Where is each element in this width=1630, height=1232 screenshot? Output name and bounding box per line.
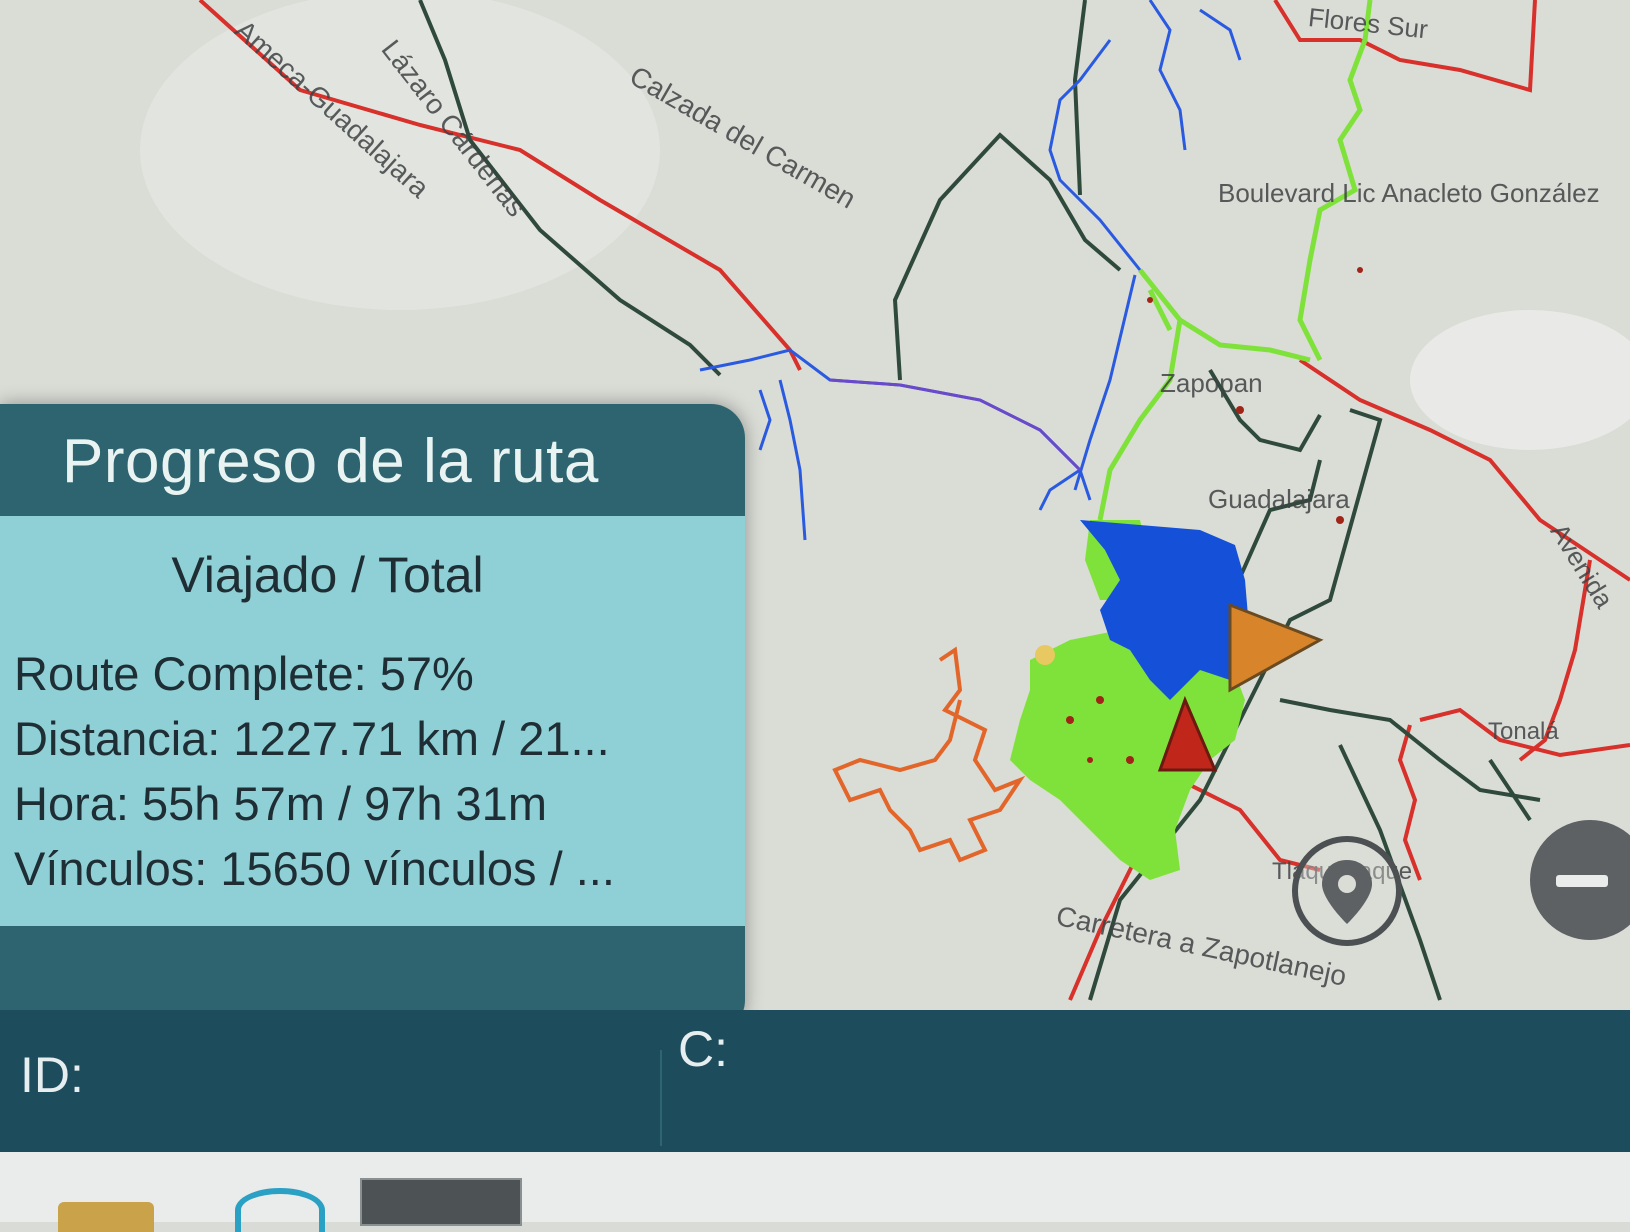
locate-pin-icon (1322, 860, 1372, 924)
map-label-boulevard: Boulevard Lic Anacleto González (1218, 178, 1600, 208)
route-complete-stat: Route Complete: 57% (14, 647, 474, 700)
time-stat: Hora: 55h 57m / 97h 31m (14, 777, 547, 830)
distance-stat: Distancia: 1227.71 km / 21... (14, 712, 610, 765)
map-label-zapopan: Zapopan (1160, 368, 1263, 398)
folder-icon[interactable] (58, 1202, 154, 1232)
panel-subtitle: Viajado / Total (171, 547, 484, 603)
id-label: ID: (20, 1047, 84, 1103)
map-label-tonala: Tonalá (1488, 718, 1559, 745)
taskbar-window-thumbnail[interactable] (360, 1178, 522, 1226)
c-label: C: (678, 1021, 728, 1077)
panel-body: Viajado / Total Route Complete: 57% Dist… (0, 516, 745, 926)
status-divider (660, 1050, 662, 1146)
status-bar: ID: C: (0, 1010, 1630, 1232)
route-progress-panel: Progreso de la ruta Viajado / Total Rout… (0, 404, 745, 1034)
map-label-guadalajara: Guadalajara (1208, 484, 1350, 514)
links-stat: Vínculos: 15650 vínculos / ... (14, 842, 615, 895)
locate-button[interactable] (1292, 836, 1402, 946)
panel-title: Progreso de la ruta (62, 427, 599, 496)
zoom-out-icon (1556, 875, 1608, 887)
browser-icon[interactable] (235, 1188, 325, 1232)
